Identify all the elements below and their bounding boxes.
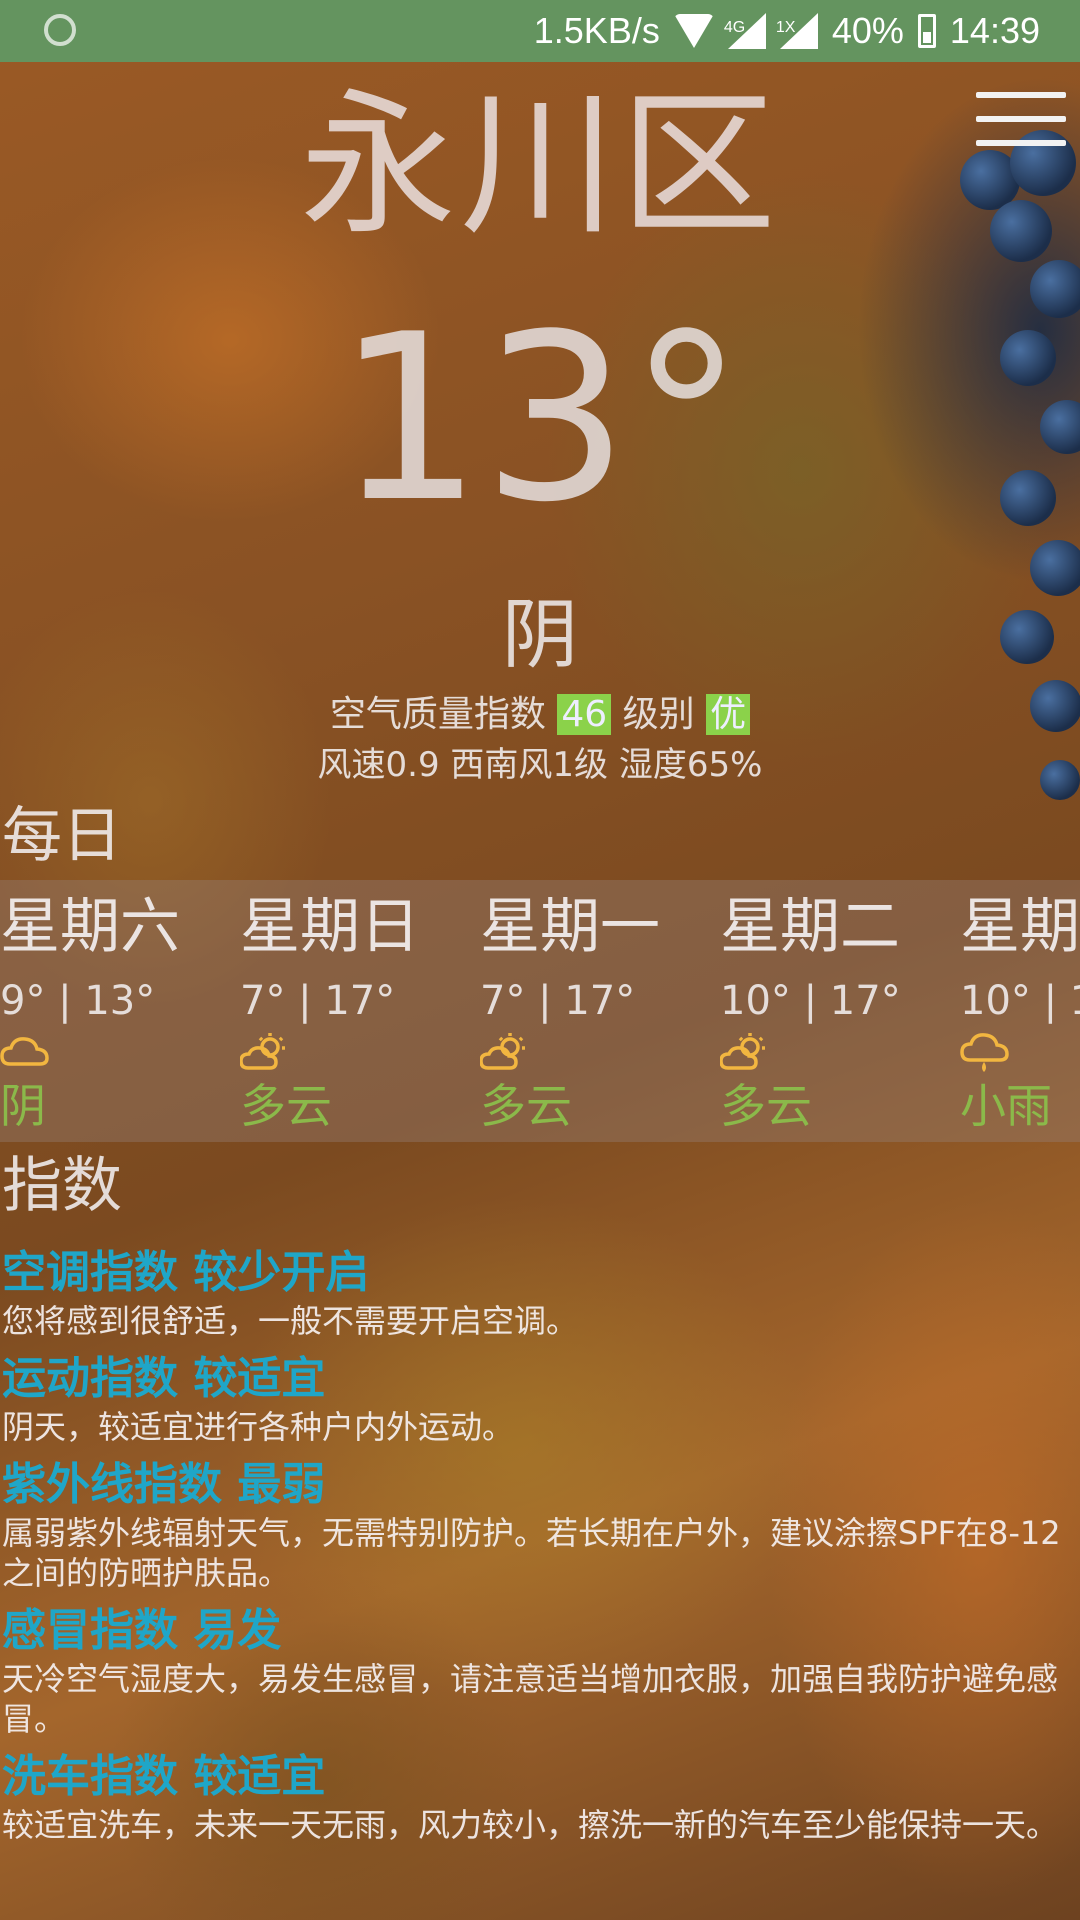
forecast-desc: 小雨 — [960, 1079, 1052, 1133]
index-title: 感冒指数 易发 — [2, 1605, 282, 1656]
temp-range: 9° | 13° — [0, 978, 156, 1024]
aqi-value: 46 — [557, 694, 612, 735]
index-desc: 阴天，较适宜进行各种户内外运动。 — [2, 1408, 515, 1446]
forecast-desc: 多云 — [480, 1079, 572, 1133]
index-item: 运动指数 较适宜 阴天，较适宜进行各种户内外运动。 — [0, 1351, 1080, 1447]
index-item: 洗车指数 较适宜 较适宜洗车，未来一天无雨，风力较小，擦洗一新的汽车至少能保持一… — [0, 1749, 1080, 1845]
partly-cloudy-icon — [480, 1033, 525, 1070]
index-title: 运动指数 较适宜 — [2, 1353, 326, 1404]
signal-icon: 1X — [776, 13, 818, 49]
forecast-desc: 多云 — [240, 1079, 332, 1133]
weekday: 星期日 — [240, 892, 420, 962]
forecast-desc: 多云 — [720, 1079, 812, 1133]
weekday: 星期 — [960, 892, 1080, 962]
index-item: 空调指数 较少开启 您将感到很舒适，一般不需要开启空调。 — [0, 1245, 1080, 1341]
daily-title: 每日 — [2, 801, 122, 871]
daily-forecast-list[interactable]: 星期六 9° | 13° 阴 星期日 7° | 17° 多云 星期一 7° | … — [0, 880, 1080, 1142]
menu-icon — [976, 92, 1066, 98]
temp-range: 7° | 17° — [480, 978, 636, 1024]
indices-list: 空调指数 较少开启 您将感到很舒适，一般不需要开启空调。 运动指数 较适宜 阴天… — [0, 1245, 1080, 1855]
index-item: 紫外线指数 最弱 属弱紫外线辐射天气，无需特别防护。若长期在户外，建议涂擦SPF… — [0, 1457, 1080, 1593]
weekday: 星期二 — [720, 892, 900, 962]
clock: 14:39 — [949, 10, 1040, 51]
forecast-day[interactable]: 星期日 7° | 17° 多云 — [240, 880, 480, 1142]
index-item: 感冒指数 易发 天冷空气湿度大，易发生感冒，请注意适当增加衣服，加强自我防护避免… — [0, 1603, 1080, 1739]
menu-button[interactable] — [976, 92, 1066, 152]
temp-range: 10° | 17° — [720, 978, 901, 1024]
temp-range: 7° | 17° — [240, 978, 396, 1024]
index-desc: 您将感到很舒适，一般不需要开启空调。 — [2, 1302, 579, 1340]
current-condition: 阴 — [502, 590, 578, 679]
status-bar: 1.5KB/s 4G 1X 40% 14:39 — [0, 0, 1080, 62]
weekday: 星期一 — [480, 892, 660, 962]
loading-icon — [44, 14, 76, 46]
sim1-label: 4G — [723, 19, 746, 36]
forecast-desc: 阴 — [0, 1079, 46, 1133]
battery-icon — [917, 14, 936, 48]
index-title: 洗车指数 较适宜 — [2, 1751, 326, 1802]
wifi-icon — [673, 14, 714, 48]
cloud-icon — [0, 1037, 49, 1066]
partly-cloudy-icon — [720, 1033, 765, 1070]
forecast-day[interactable]: 星期二 10° | 17° 多云 — [720, 880, 960, 1142]
air-quality: 空气质量指数 46 级别 优 — [0, 690, 1080, 740]
temp-range: 10° | 1 — [960, 978, 1080, 1024]
city-name: 永川区 — [300, 74, 780, 256]
forecast-day[interactable]: 星期一 7° | 17° 多云 — [480, 880, 720, 1142]
partly-cloudy-icon — [240, 1033, 285, 1070]
battery-percent: 40% — [831, 10, 904, 51]
aqi-label: 空气质量指数 — [329, 694, 546, 735]
index-title: 紫外线指数 最弱 — [2, 1459, 326, 1510]
sim2-label: 1X — [775, 19, 796, 36]
wind-humidity: 风速0.9 西南风1级 湿度65% — [317, 745, 763, 785]
current-temperature: 13° — [336, 286, 744, 553]
light-rain-icon — [960, 1033, 1009, 1072]
indices-title: 指数 — [2, 1151, 122, 1221]
signal-icon: 4G — [724, 13, 766, 49]
forecast-day[interactable]: 星期 10° | 1 小雨 — [960, 880, 1080, 1142]
index-desc: 较适宜洗车，未来一天无雨，风力较小，擦洗一新的汽车至少能保持一天。 — [2, 1806, 1059, 1844]
level-label: 级别 — [622, 694, 695, 735]
index-desc: 属弱紫外线辐射天气，无需特别防护。若长期在户外，建议涂擦SPF在8-12之间的防… — [2, 1514, 1061, 1592]
level-value: 优 — [706, 694, 751, 735]
net-speed: 1.5KB/s — [533, 10, 660, 51]
weekday: 星期六 — [0, 892, 180, 962]
index-desc: 天冷空气湿度大，易发生感冒，请注意适当增加衣服，加强自我防护避免感冒。 — [2, 1660, 1059, 1738]
forecast-day[interactable]: 星期六 9° | 13° 阴 — [0, 880, 240, 1142]
index-title: 空调指数 较少开启 — [2, 1247, 370, 1298]
